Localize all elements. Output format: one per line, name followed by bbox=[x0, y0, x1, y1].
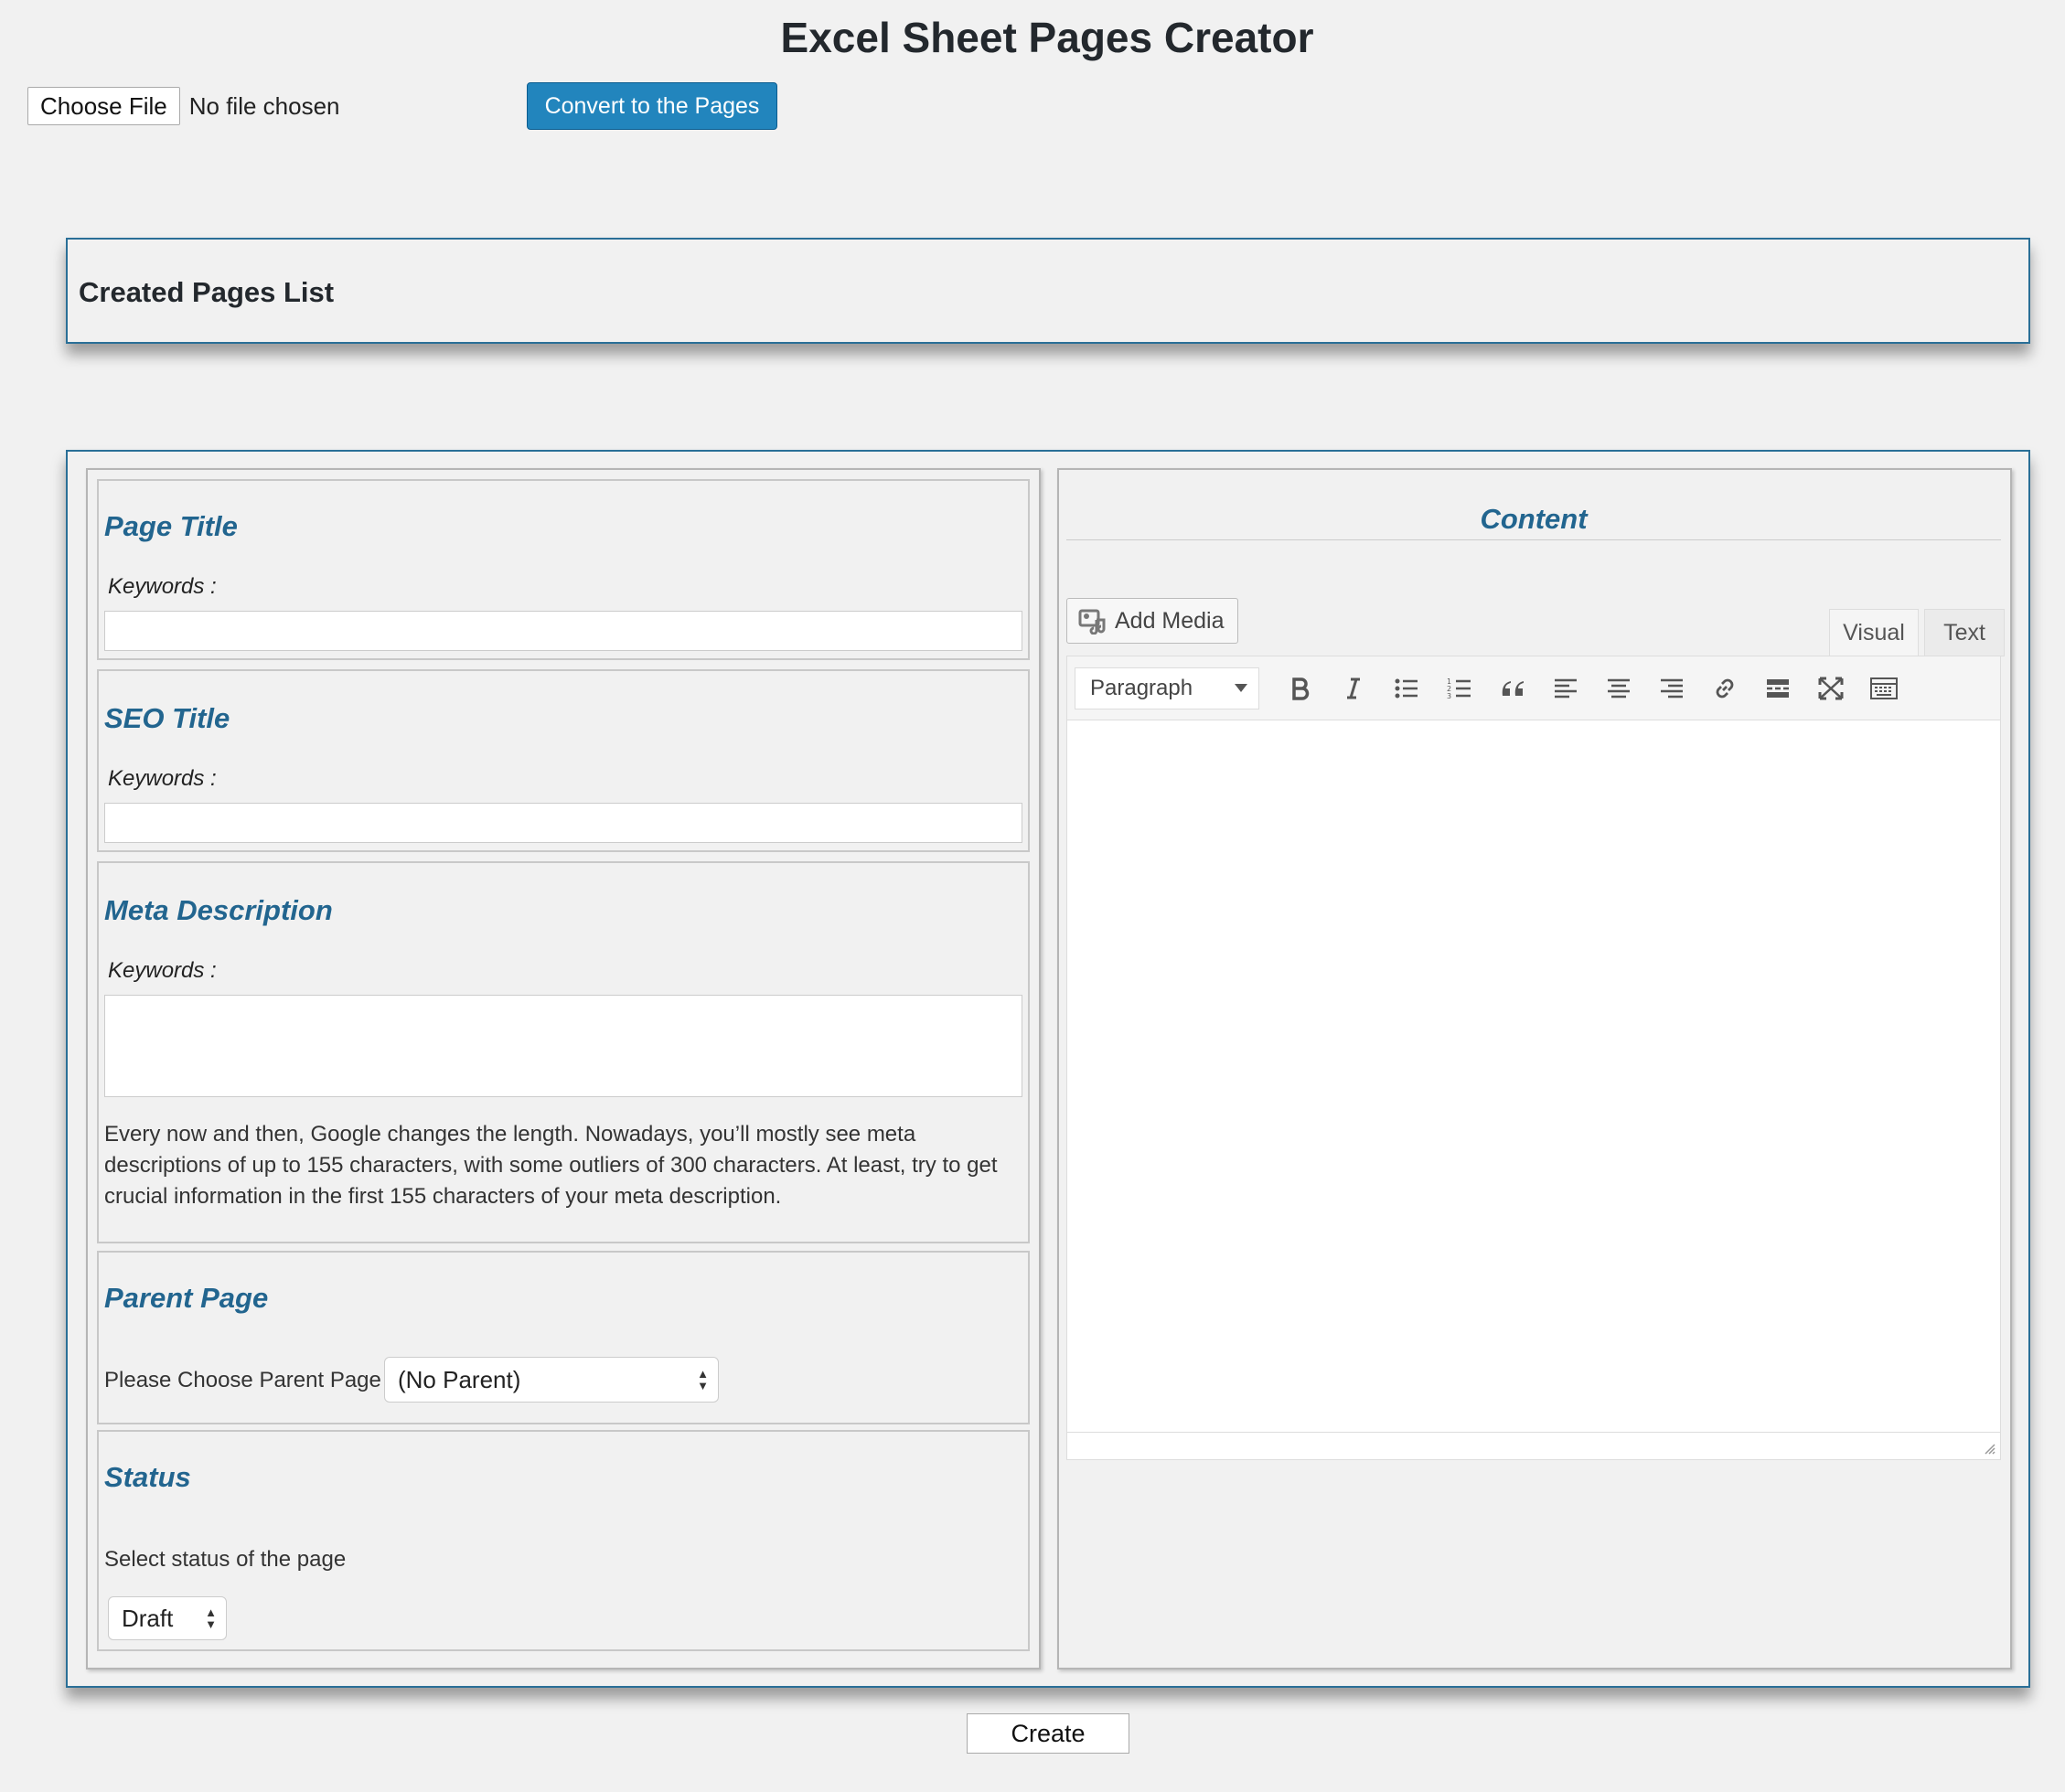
meta-description-section: Meta Description Keywords : Every now an… bbox=[97, 861, 1030, 1243]
format-select-value: Paragraph bbox=[1090, 675, 1193, 700]
status-select[interactable]: Draft ▲ ▼ bbox=[108, 1596, 227, 1640]
numbered-list-icon[interactable]: 123 bbox=[1433, 667, 1486, 709]
parent-page-label: Please Choose Parent Page bbox=[104, 1368, 381, 1392]
tab-visual[interactable]: Visual bbox=[1829, 609, 1919, 656]
chevron-down-icon bbox=[1235, 683, 1247, 692]
resize-handle-icon[interactable] bbox=[1982, 1441, 1996, 1456]
editor-statusbar bbox=[1067, 1432, 2000, 1459]
blockquote-icon[interactable] bbox=[1486, 667, 1539, 709]
link-icon[interactable] bbox=[1698, 667, 1751, 709]
page-title-keywords-label: Keywords : bbox=[108, 574, 217, 599]
format-select[interactable]: Paragraph bbox=[1075, 667, 1259, 709]
page-fields-column: Page Title Keywords : SEO Title Keywords… bbox=[86, 468, 1041, 1669]
file-status: No file chosen bbox=[188, 91, 340, 120]
seo-title-input[interactable] bbox=[104, 803, 1022, 843]
editor-toolbar: Paragraph 123 bbox=[1067, 656, 2000, 720]
create-button[interactable]: Create bbox=[967, 1713, 1129, 1754]
select-arrows-icon: ▲ ▼ bbox=[697, 1367, 709, 1392]
parent-page-selected: (No Parent) bbox=[398, 1365, 521, 1393]
status-selected: Draft bbox=[122, 1604, 174, 1632]
seo-title-section: SEO Title Keywords : bbox=[97, 669, 1030, 852]
parent-page-select[interactable]: (No Parent) ▲ ▼ bbox=[384, 1357, 719, 1403]
parent-page-heading: Parent Page bbox=[104, 1282, 269, 1314]
bullet-list-icon[interactable] bbox=[1380, 667, 1433, 709]
content-column: Content Add Media Visual Text Paragraph … bbox=[1057, 468, 2012, 1669]
bold-icon[interactable] bbox=[1274, 667, 1327, 709]
media-icon bbox=[1078, 609, 1106, 635]
status-heading: Status bbox=[104, 1461, 191, 1493]
status-section: Status Select status of the page Draft ▲… bbox=[97, 1430, 1030, 1651]
seo-title-heading: SEO Title bbox=[104, 702, 230, 734]
svg-text:3: 3 bbox=[1447, 692, 1451, 700]
page-title-input[interactable] bbox=[104, 611, 1022, 651]
page-title-heading: Page Title bbox=[104, 510, 238, 542]
add-media-button[interactable]: Add Media bbox=[1066, 598, 1238, 644]
page-form-panel: Page Title Keywords : SEO Title Keywords… bbox=[66, 450, 2030, 1688]
meta-description-textarea[interactable] bbox=[104, 995, 1022, 1097]
created-pages-panel: Created Pages List bbox=[66, 238, 2030, 344]
created-pages-title: Created Pages List bbox=[79, 276, 335, 308]
meta-description-keywords-label: Keywords : bbox=[108, 958, 217, 983]
page-title-section: Page Title Keywords : bbox=[97, 479, 1030, 660]
fullscreen-icon[interactable] bbox=[1804, 667, 1857, 709]
align-right-icon[interactable] bbox=[1645, 667, 1698, 709]
toolbar-toggle-icon[interactable] bbox=[1857, 667, 1910, 709]
editor-body[interactable] bbox=[1067, 721, 2000, 1433]
read-more-icon[interactable] bbox=[1751, 667, 1804, 709]
status-label: Select status of the page bbox=[104, 1547, 347, 1572]
content-heading: Content bbox=[1066, 503, 2001, 540]
add-media-label: Add Media bbox=[1115, 607, 1225, 634]
seo-title-keywords-label: Keywords : bbox=[108, 766, 217, 791]
meta-description-help: Every now and then, Google changes the l… bbox=[104, 1122, 998, 1209]
select-arrows-icon: ▲ ▼ bbox=[205, 1605, 217, 1631]
align-left-icon[interactable] bbox=[1539, 667, 1592, 709]
align-center-icon[interactable] bbox=[1592, 667, 1645, 709]
parent-page-section: Parent Page Please Choose Parent Page (N… bbox=[97, 1251, 1030, 1424]
content-editor[interactable]: Paragraph 123 bbox=[1066, 656, 2001, 1460]
italic-icon[interactable] bbox=[1327, 667, 1380, 709]
file-upload: Choose File No file chosen bbox=[27, 87, 340, 125]
meta-description-heading: Meta Description bbox=[104, 894, 333, 926]
convert-button[interactable]: Convert to the Pages bbox=[527, 82, 777, 130]
page-title: Excel Sheet Pages Creator bbox=[780, 14, 1314, 61]
tab-text[interactable]: Text bbox=[1924, 609, 2005, 656]
choose-file-button[interactable]: Choose File bbox=[27, 87, 180, 125]
